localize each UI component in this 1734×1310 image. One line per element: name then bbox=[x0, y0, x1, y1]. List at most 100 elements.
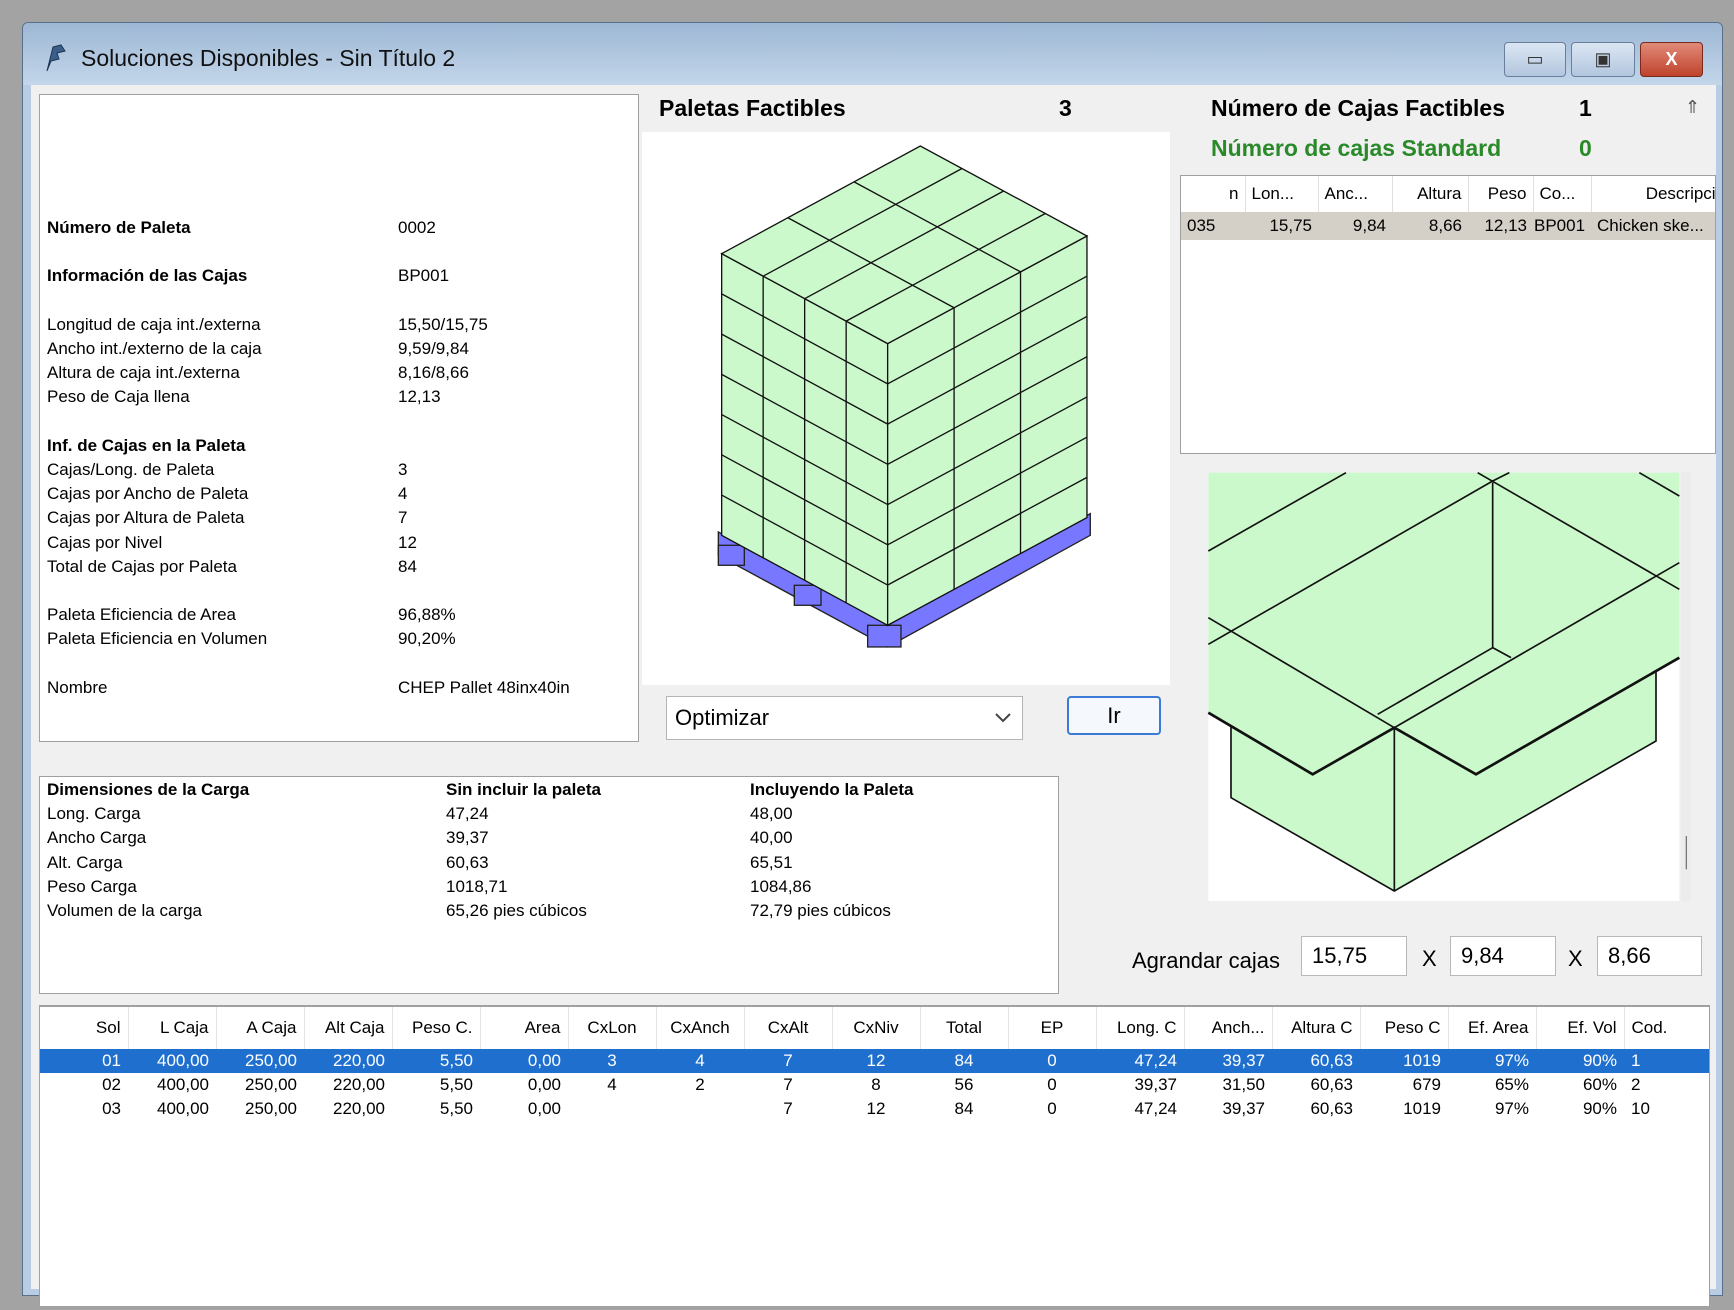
info-label: Paleta Eficiencia en Volumen bbox=[47, 629, 268, 649]
optimize-dropdown[interactable]: Optimizar bbox=[666, 696, 1023, 740]
close-button[interactable]: X bbox=[1640, 42, 1703, 77]
info-row: Cajas por Nivel 12 bbox=[40, 531, 638, 555]
info-value: 7 bbox=[398, 508, 408, 528]
solutions-column-header[interactable]: Ef. Vol bbox=[1536, 1007, 1625, 1049]
enlarge-width-input[interactable]: 9,84 bbox=[1450, 936, 1556, 976]
go-button[interactable]: Ir bbox=[1067, 696, 1161, 735]
solution-cell: 250,00 bbox=[245, 1075, 297, 1094]
solution-cell: 0,00 bbox=[527, 1075, 561, 1094]
solutions-column-header[interactable]: Total bbox=[920, 1007, 1009, 1049]
restore-button[interactable]: ▣ bbox=[1571, 42, 1635, 77]
solutions-column-header[interactable]: Anch... bbox=[1184, 1007, 1273, 1049]
solutions-column-header[interactable]: Area bbox=[480, 1007, 569, 1049]
dimensions-cell: Long. Carga bbox=[47, 804, 141, 824]
info-label: Cajas por Nivel bbox=[47, 532, 163, 552]
pallet-3d-view[interactable] bbox=[642, 132, 1170, 685]
solution-cell: 5,50 bbox=[439, 1075, 473, 1094]
solutions-column-header[interactable]: Long. C bbox=[1096, 1007, 1185, 1049]
solution-row[interactable]: 02 400,00 250,00 220,00 5,50 0,00 4 2 7 8 56 0 39,37… bbox=[40, 1073, 1709, 1097]
info-value: CHEP Pallet 48inx40in bbox=[398, 677, 570, 697]
optimize-selected: Optimizar bbox=[675, 705, 770, 730]
dimensions-cell: 65,26 pies cúbicos bbox=[446, 901, 587, 921]
solutions-column-header[interactable]: L Caja bbox=[128, 1007, 217, 1049]
solution-cell bbox=[656, 1097, 744, 1121]
solution-cell: 4 bbox=[656, 1049, 744, 1073]
solution-cell: 60,63 bbox=[1310, 1075, 1353, 1094]
info-label: Nombre bbox=[47, 677, 108, 697]
info-row: Ancho int./externo de la caja 9,59/9,84 bbox=[40, 337, 638, 361]
info-row: Paleta Eficiencia en Volumen 90,20% bbox=[40, 627, 638, 651]
solution-cell: 7 bbox=[783, 1075, 793, 1094]
solutions-column-header[interactable]: EP bbox=[1008, 1007, 1097, 1049]
dimensions-cell: 65,51 bbox=[750, 852, 793, 872]
case-column-header[interactable]: Altura bbox=[1392, 176, 1469, 212]
info-label: Cajas por Ancho de Paleta bbox=[47, 484, 249, 504]
solutions-column-header[interactable]: Peso C. bbox=[392, 1007, 481, 1049]
case-column-header[interactable]: n bbox=[1181, 176, 1246, 212]
solution-cell: 39,37 bbox=[1184, 1049, 1272, 1073]
solutions-column-header[interactable]: Alt Caja bbox=[304, 1007, 393, 1049]
solutions-column-header[interactable]: Altura C bbox=[1272, 1007, 1361, 1049]
case-3d-view[interactable] bbox=[1201, 466, 1691, 906]
solution-cell: 0 bbox=[1047, 1099, 1057, 1118]
enlarge-height-input[interactable]: 8,66 bbox=[1597, 936, 1702, 976]
solution-cell: 250,00 bbox=[245, 1099, 297, 1118]
solution-cell: 220,00 bbox=[304, 1049, 392, 1073]
solutions-column-header[interactable]: A Caja bbox=[216, 1007, 305, 1049]
info-row: Peso de Caja llena 12,13 bbox=[40, 385, 638, 409]
solutions-column-header[interactable]: CxAlt bbox=[744, 1007, 833, 1049]
solutions-column-header[interactable]: Sol bbox=[40, 1007, 129, 1049]
solution-cell: 679 bbox=[1412, 1075, 1441, 1094]
case-row[interactable]: 035 15,75 9,84 8,66 12,13 BP001 Chicken ske... bbox=[1181, 212, 1715, 240]
solutions-column-header[interactable]: CxLon bbox=[568, 1007, 657, 1049]
solution-cell: 400,00 bbox=[128, 1049, 216, 1073]
case-column-header[interactable]: Descripción bbox=[1591, 176, 1715, 212]
solution-cell: 400,00 bbox=[157, 1075, 209, 1094]
case-column-header[interactable]: Anc... bbox=[1318, 176, 1393, 212]
solutions-column-header[interactable]: Peso C bbox=[1360, 1007, 1449, 1049]
solution-row[interactable]: 01 400,00 250,00 220,00 5,50 0,00 3 4 7 12 84 0 47,2… bbox=[40, 1049, 1709, 1073]
enlarge-length-input[interactable]: 15,75 bbox=[1301, 936, 1407, 976]
case-column-header[interactable]: Co... bbox=[1533, 176, 1592, 212]
case-column-header[interactable]: Lon... bbox=[1245, 176, 1319, 212]
solution-cell: 39,37 bbox=[1134, 1075, 1177, 1094]
dimensions-header-cell: Dimensiones de la Carga bbox=[47, 780, 250, 799]
case-cell: 8,66 bbox=[1428, 216, 1462, 235]
load-dimensions-panel: Dimensiones de la Carga Sin incluir la pa… bbox=[39, 776, 1059, 994]
info-label: Paleta Eficiencia de Area bbox=[47, 605, 237, 625]
info-row: Inf. de Cajas en la Paleta bbox=[40, 434, 638, 458]
dimensions-cell: 72,79 pies cúbicos bbox=[750, 901, 891, 921]
window-body: Número de Paleta 0002 Información de las C… bbox=[31, 85, 1716, 1307]
solution-row[interactable]: 03 400,00 250,00 220,00 5,50 0,00 7 12 84 0 47,24 3… bbox=[40, 1097, 1709, 1121]
info-section: Inf. de Cajas en la Paleta Cajas/Long. de… bbox=[40, 434, 638, 579]
feasible-cases-count: 1 bbox=[1579, 95, 1592, 121]
solutions-column-header[interactable]: CxAnch bbox=[656, 1007, 745, 1049]
collapse-up-icon[interactable]: ⇑ bbox=[1685, 97, 1700, 118]
case-column-header[interactable]: Peso bbox=[1468, 176, 1534, 212]
solution-cell: 47,24 bbox=[1134, 1099, 1177, 1118]
case-cell: 15,75 bbox=[1269, 216, 1312, 235]
info-value: 0002 bbox=[398, 218, 436, 237]
info-row: Longitud de caja int./externa 15,50/15,75 bbox=[40, 313, 638, 337]
title-bar[interactable]: Soluciones Disponibles - Sin Título 2 ▭ … bbox=[23, 23, 1722, 85]
solution-cell: 97% bbox=[1494, 1099, 1529, 1118]
info-section: Información de las Cajas BP001 bbox=[40, 264, 638, 288]
dimensions-row: Peso Carga 1018,71 1084,86 bbox=[40, 875, 1058, 899]
solutions-table: Sol L Caja A Caja Alt Caja Peso C. Area CxLon C… bbox=[39, 1005, 1710, 1307]
solution-cell: 47,24 bbox=[1096, 1049, 1184, 1073]
solutions-column-header[interactable]: Ef. Area bbox=[1448, 1007, 1537, 1049]
close-icon: X bbox=[1665, 49, 1678, 69]
solutions-column-header[interactable]: Cod. bbox=[1624, 1007, 1709, 1049]
solution-cell: 60,63 bbox=[1272, 1049, 1360, 1073]
solutions-column-header[interactable]: CxNiv bbox=[832, 1007, 921, 1049]
info-value: 12 bbox=[398, 532, 417, 552]
standard-cases-count: 0 bbox=[1579, 135, 1592, 161]
minimize-button[interactable]: ▭ bbox=[1504, 42, 1566, 77]
dimensions-cell: 40,00 bbox=[750, 828, 793, 848]
minimize-icon: ▭ bbox=[1526, 49, 1544, 69]
dimensions-cell: Alt. Carga bbox=[47, 852, 123, 872]
solution-cell: 220,00 bbox=[333, 1099, 385, 1118]
solution-cell: 10 bbox=[1631, 1099, 1650, 1118]
pallet-info-panel: Número de Paleta 0002 Información de las C… bbox=[39, 94, 639, 742]
info-section: Longitud de caja int./externa 15,50/15,75… bbox=[40, 313, 638, 410]
